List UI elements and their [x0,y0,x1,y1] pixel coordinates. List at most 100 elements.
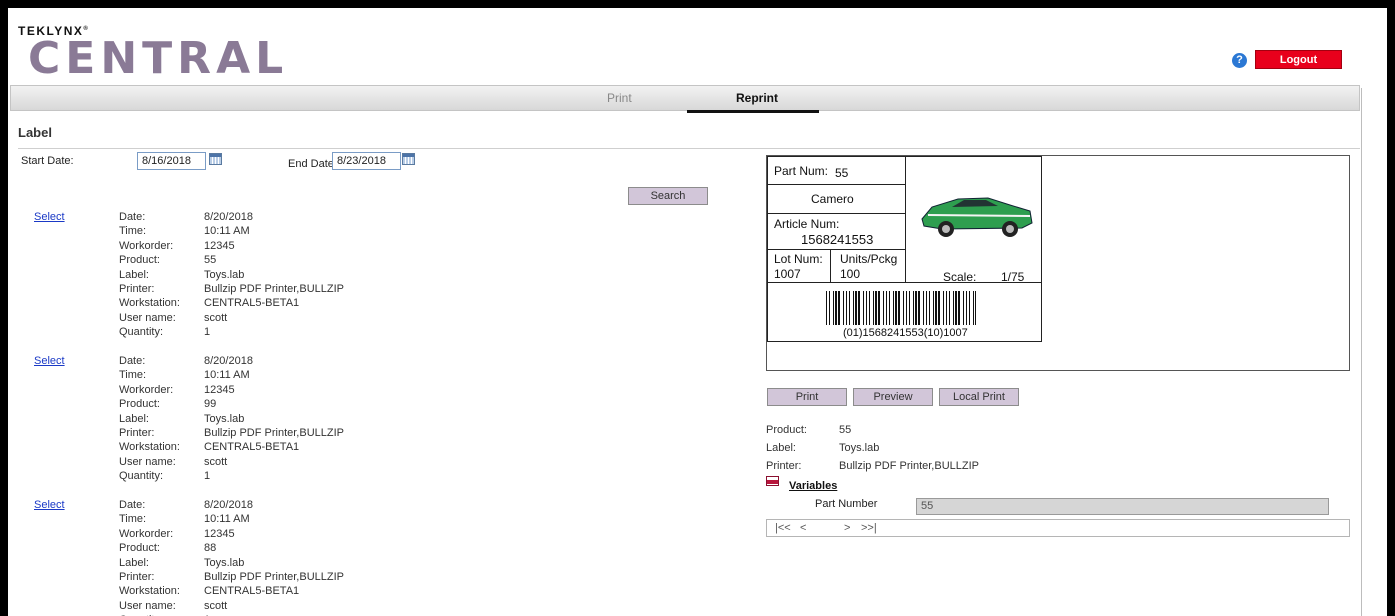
article-cell: Article Num: 1568241553 [767,213,906,250]
end-date-input[interactable] [332,152,401,170]
barcode-bar [926,291,927,325]
field-label: Workorder: [119,240,174,252]
logout-button[interactable]: Logout [1255,50,1342,69]
preview-button[interactable]: Preview [853,388,933,406]
tab-bar: Print Reprint [10,85,1360,111]
help-icon[interactable]: ? [1232,53,1247,68]
printer-label: Printer: [766,460,802,472]
barcode-bar [958,291,960,325]
field-value: 10:11 AM [204,513,250,525]
printer-value: Bullzip PDF Printer,BULLZIP [839,460,979,472]
tab-print[interactable]: Print [607,91,632,105]
reprint-record: Select Date: 8/20/2018 Time: 10:11 AM Workord… [34,355,514,495]
barcode-bar [969,291,970,325]
barcode-bar [835,291,837,325]
select-link[interactable]: Select [34,211,65,223]
field-label: Quantity: [119,326,164,338]
barcode-bar [906,291,907,325]
barcode-bar [869,291,870,325]
barcode-bar [866,291,867,325]
car-image [921,197,1033,237]
field-value: 8/20/2018 [204,211,253,223]
central-logo: CENTRAL [28,33,289,84]
field-label: Time: [119,225,147,237]
barcode-bar [929,291,930,325]
field-label: User name: [119,456,176,468]
barcode-bar [966,291,967,325]
barcode-bar [833,291,834,325]
product-name: Camero [811,192,854,206]
name-cell: Camero [767,184,906,214]
barcode-bar [895,291,897,325]
field-label: User name: [119,600,176,612]
units-cell: Units/Pckg 100 [830,249,906,283]
field-label: Date: [119,355,146,367]
barcode-bar [949,291,950,325]
end-date-calendar-icon[interactable] [402,153,415,165]
barcode-bar [849,291,850,325]
barcode-bar [915,291,917,325]
select-link[interactable]: Select [34,355,65,367]
part-number-label: Part Number [815,498,878,510]
barcode-bar [873,291,874,325]
field-value: 55 [204,254,217,266]
search-button[interactable]: Search [628,187,708,205]
field-value: 12345 [204,384,235,396]
units-label: Units/Pckg [840,252,898,266]
barcode-bar [838,291,840,325]
field-value: Bullzip PDF Printer,BULLZIP [204,571,344,583]
pager-prev[interactable]: < [800,522,806,534]
barcode-bar [829,291,830,325]
select-link[interactable]: Select [34,499,65,511]
field-value: CENTRAL5-BETA1 [204,297,300,309]
label-card: Part Num: 55 Camero Article Num: 1568241… [767,156,1042,342]
field-value: Toys.lab [204,269,245,281]
pager-last[interactable]: >>| [861,522,877,534]
part-num-cell: Part Num: 55 [767,156,906,185]
barcode-bar [975,291,976,325]
field-value: 1 [204,326,211,338]
field-label: Time: [119,369,147,381]
field-label: Label: [119,269,149,281]
app-window: TEKLYNX® CENTRAL ? Logout Print Reprint … [8,8,1387,616]
barcode-bar [923,291,924,325]
field-value: CENTRAL5-BETA1 [204,585,300,597]
pager-next[interactable]: > [844,522,850,534]
local-print-button[interactable]: Local Print [939,388,1019,406]
field-label: Product: [119,254,160,266]
field-label: Workstation: [119,441,180,453]
field-value: 8/20/2018 [204,355,253,367]
tab-reprint[interactable]: Reprint [736,91,778,105]
field-value: 10:11 AM [204,369,250,381]
field-value: 12345 [204,528,235,540]
barcode-bar [863,291,864,325]
part-number-field[interactable]: 55 [916,498,1329,515]
field-label: Label: [119,413,149,425]
barcode-bar [903,291,904,325]
field-label: Workorder: [119,384,174,396]
field-value: 99 [204,398,217,410]
start-date-input[interactable] [137,152,206,170]
section-title: Label [18,125,52,140]
collapse-icon[interactable] [766,476,779,486]
lot-cell: Lot Num: 1007 [767,249,831,283]
reprint-record: Select Date: 8/20/2018 Time: 10:11 AM Workord… [34,211,514,351]
field-label: Printer: [119,427,155,439]
variables-toggle[interactable]: Variables [789,480,837,492]
field-value: scott [204,312,228,324]
field-value: scott [204,456,228,468]
barcode-bar [898,291,900,325]
field-label: User name: [119,312,176,324]
product-label: Product: [766,424,807,436]
field-label: Time: [119,513,147,525]
field-label: Label: [119,557,149,569]
field-value: Toys.lab [204,557,245,569]
print-button[interactable]: Print [767,388,847,406]
units-value: 100 [840,267,861,281]
field-value: 8/20/2018 [204,499,253,511]
field-label: Date: [119,499,146,511]
barcode-bar [913,291,914,325]
start-date-calendar-icon[interactable] [209,153,222,165]
pager-first[interactable]: |<< [775,522,791,534]
field-value: 12345 [204,240,235,252]
